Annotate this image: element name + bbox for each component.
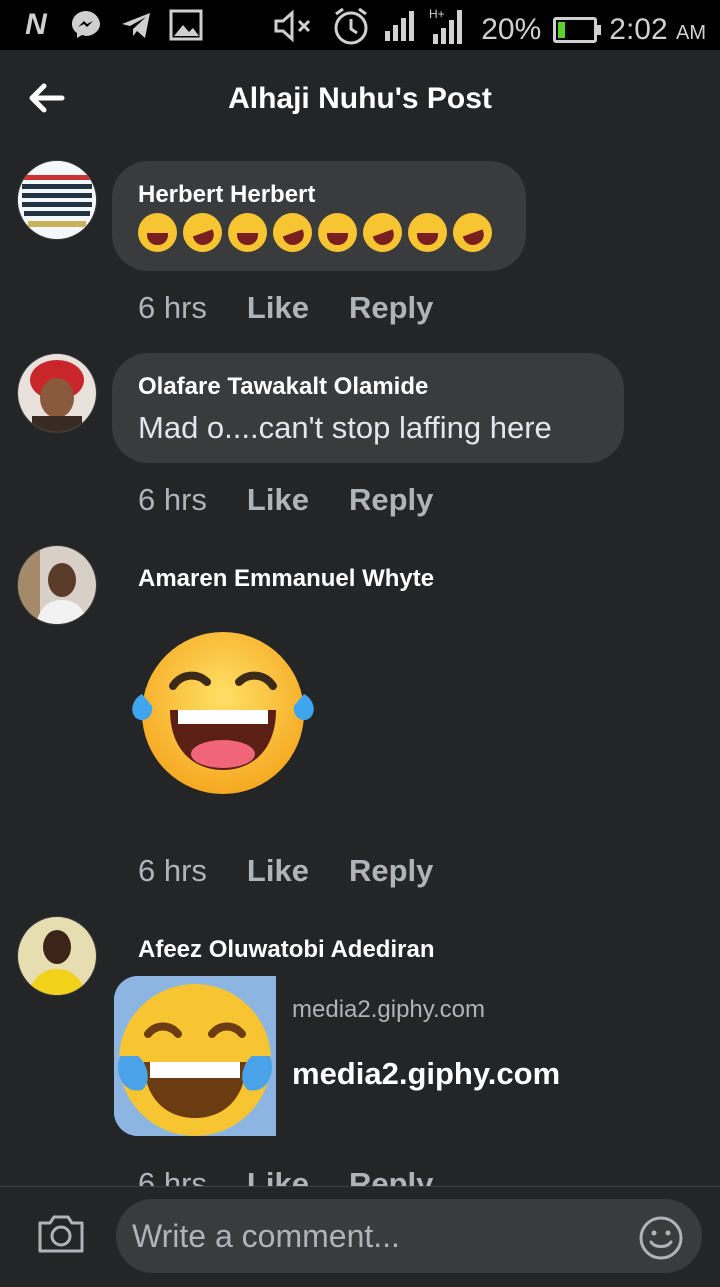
link-title[interactable]: media2.giphy.com xyxy=(292,1056,560,1092)
rolling-laughing-emoji-icon xyxy=(177,207,228,258)
avatar-image xyxy=(18,917,96,995)
laughing-emoji-icon xyxy=(408,213,447,252)
laughing-emoji-icon xyxy=(128,628,318,798)
comment-actions: 6 hrs Like Reply xyxy=(138,853,433,889)
comment-time: 6 hrs xyxy=(138,290,207,325)
messenger-icon xyxy=(68,8,104,42)
avatar[interactable] xyxy=(17,916,97,996)
battery-percent: 20% xyxy=(481,12,542,46)
comment-input-placeholder: Write a comment... xyxy=(132,1218,400,1254)
rolling-laughing-emoji-icon xyxy=(267,207,318,258)
camera-button[interactable] xyxy=(36,1213,86,1255)
comment-time: 6 hrs xyxy=(138,482,207,517)
system-icons: H+ 20% 2:02 AM xyxy=(273,6,706,53)
laughing-emoji-icon xyxy=(228,213,267,252)
comment-input[interactable]: Write a comment... xyxy=(116,1199,702,1273)
n-app-icon: N xyxy=(25,8,47,41)
rolling-laughing-emoji-icon xyxy=(447,207,498,258)
reply-button[interactable]: Reply xyxy=(349,290,433,326)
battery-icon xyxy=(553,16,602,43)
tears-of-joy-emoji-icon xyxy=(114,976,276,1136)
page-title: Alhaji Nuhu's Post xyxy=(228,82,492,115)
comment-bubble[interactable] xyxy=(112,353,624,463)
hplus-signal-icon: H+ xyxy=(429,6,469,53)
telegram-icon xyxy=(118,8,154,42)
avatar-image xyxy=(18,546,96,624)
status-bar: N H+ 20% 2:02 AM xyxy=(0,0,720,50)
avatar-image xyxy=(18,354,96,432)
comment-time: 6 hrs xyxy=(138,853,207,888)
reply-button[interactable]: Reply xyxy=(349,853,433,889)
comment-author[interactable]: Herbert Herbert xyxy=(138,181,315,209)
rolling-laughing-emoji-icon xyxy=(357,207,408,258)
avatar-image xyxy=(18,161,96,239)
comment-actions: 6 hrs Like Reply xyxy=(138,482,433,518)
comment-author[interactable]: Afeez Oluwatobi Adediran xyxy=(138,936,434,964)
reply-button[interactable]: Reply xyxy=(349,482,433,518)
comment-emojis xyxy=(138,207,498,258)
alarm-icon xyxy=(331,6,371,53)
comment-composer: Write a comment... xyxy=(0,1186,720,1281)
svg-text:H+: H+ xyxy=(429,7,445,21)
camera-icon xyxy=(38,1215,84,1253)
avatar[interactable] xyxy=(17,545,97,625)
signal-icon xyxy=(383,9,417,50)
page-header: Alhaji Nuhu's Post xyxy=(0,50,720,150)
avatar[interactable] xyxy=(17,160,97,240)
smiley-icon xyxy=(639,1216,683,1260)
link-domain[interactable]: media2.giphy.com xyxy=(292,996,485,1024)
comment-text: Mad o....can't stop laffing here xyxy=(138,410,552,445)
notification-icons: N xyxy=(18,8,204,42)
clock: 2:02 AM xyxy=(609,12,706,46)
comment-author[interactable]: Amaren Emmanuel Whyte xyxy=(138,565,434,593)
laughing-emoji-icon xyxy=(138,213,177,252)
like-button[interactable]: Like xyxy=(247,853,309,889)
gallery-icon xyxy=(168,8,204,42)
avatar[interactable] xyxy=(17,353,97,433)
like-button[interactable]: Like xyxy=(247,482,309,518)
emoji-button[interactable] xyxy=(638,1213,684,1260)
laughing-emoji-icon xyxy=(318,213,357,252)
like-button[interactable]: Like xyxy=(247,290,309,326)
link-preview-image[interactable] xyxy=(114,976,276,1136)
comment-actions: 6 hrs Like Reply xyxy=(138,290,433,326)
comment-author[interactable]: Olafare Tawakalt Olamide xyxy=(138,373,428,401)
mute-icon xyxy=(273,9,319,50)
